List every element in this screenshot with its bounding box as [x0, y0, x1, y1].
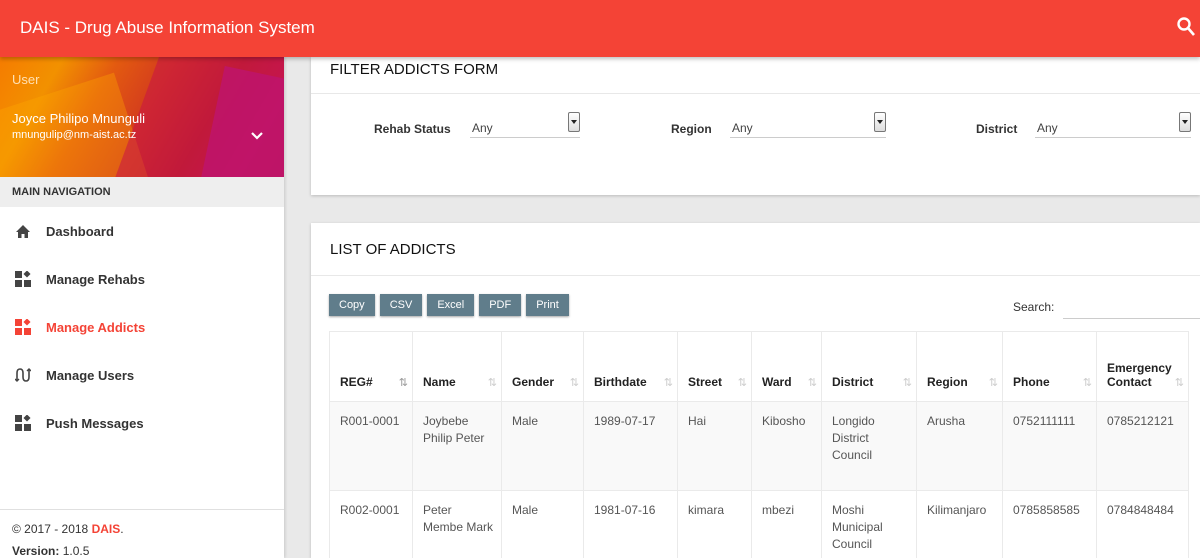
user-role: User — [12, 72, 40, 87]
chevron-down-icon[interactable] — [250, 129, 264, 143]
column-header[interactable]: Region ⇅ — [916, 331, 1003, 402]
version: Version: 1.0.5 — [12, 544, 90, 558]
csv-button[interactable]: CSV — [379, 294, 423, 316]
table-row[interactable]: R002-0001 Peter Membe Mark Male 1981-07-… — [329, 490, 1189, 558]
nav-item-label: Manage Rehabs — [46, 271, 145, 287]
table-cell: kimara — [677, 490, 752, 558]
brand-link[interactable]: DAIS — [92, 522, 121, 536]
table-cell: R001-0001 — [329, 401, 413, 491]
search-label: Search: — [1013, 300, 1055, 314]
nav-item-label: Manage Addicts — [46, 319, 146, 335]
dashboard-grid-icon — [14, 270, 32, 288]
sidebar-footer: © 2017 - 2018 DAIS. Version: 1.0.5 — [0, 509, 284, 558]
pdf-button[interactable]: PDF — [479, 294, 522, 316]
column-header[interactable]: Phone ⇅ — [1002, 331, 1097, 402]
app-title[interactable]: DAIS - Drug Abuse Information System — [20, 18, 315, 38]
column-header[interactable]: Ward ⇅ — [751, 331, 822, 402]
nav-item-push-messages[interactable]: Push Messages — [0, 399, 284, 447]
top-app-bar: DAIS - Drug Abuse Information System — [0, 0, 1200, 57]
nav-item-label: Push Messages — [46, 415, 144, 431]
nav-header: MAIN NAVIGATION — [0, 177, 284, 207]
sort-icon: ⇅ — [569, 377, 579, 389]
addicts-list-card: LIST OF ADDICTS Copy CSV Excel PDF Print… — [311, 223, 1200, 558]
nav-item-manage-rehabs[interactable]: Manage Rehabs — [0, 255, 284, 303]
table-cell: 0784848484 — [1096, 490, 1189, 558]
table-cell: Arusha — [916, 401, 1003, 491]
table-row[interactable]: R001-0001 Joybebe Philip Peter Male 1989… — [329, 401, 1189, 491]
export-buttons: Copy CSV Excel PDF Print — [329, 294, 569, 316]
table-cell: Kibosho — [751, 401, 822, 491]
table-cell: 0785212121 — [1096, 401, 1189, 491]
region-select[interactable]: Any — [730, 112, 886, 138]
sort-icon: ⇅ — [902, 377, 912, 389]
column-header[interactable]: REG# ⇅ — [329, 331, 413, 402]
nav-item-manage-addicts[interactable]: Manage Addicts — [0, 303, 284, 351]
copy-button[interactable]: Copy — [329, 294, 375, 316]
addicts-table: REG# ⇅ Name ⇅ Gender ⇅ Birthdate ⇅ Street ⇅ W… — [329, 331, 1189, 558]
table-cell: 1981-07-16 — [583, 490, 678, 558]
nav-item-dashboard[interactable]: Dashboard — [0, 207, 284, 255]
dashboard-grid-icon — [14, 414, 32, 432]
district-select[interactable]: Any — [1035, 112, 1191, 138]
sort-icon: ⇅ — [487, 377, 497, 389]
sort-asc-icon: ⇅ — [398, 377, 408, 389]
column-header[interactable]: Street ⇅ — [677, 331, 752, 402]
user-name: Joyce Philipo Mnunguli — [12, 111, 145, 126]
user-panel: User Joyce Philipo Mnunguli mnungulip@nm… — [0, 57, 284, 177]
nav-item-label: Dashboard — [46, 223, 114, 239]
users-icon — [14, 366, 32, 384]
filter-title: FILTER ADDICTS FORM — [311, 57, 1200, 94]
rehab-status-label: Rehab Status — [374, 122, 451, 136]
chevron-down-icon — [568, 112, 580, 132]
search-input[interactable] — [1063, 295, 1200, 319]
table-cell: 1989-07-17 — [583, 401, 678, 491]
nav-item-label: Manage Users — [46, 367, 135, 383]
table-cell: Kilimanjaro — [916, 490, 1003, 558]
list-title: LIST OF ADDICTS — [311, 223, 1200, 276]
nav-item-manage-users[interactable]: Manage Users — [0, 351, 284, 399]
print-button[interactable]: Print — [526, 294, 569, 316]
table-cell: Male — [501, 490, 584, 558]
sort-icon: ⇅ — [807, 377, 817, 389]
sort-icon: ⇅ — [1174, 377, 1184, 389]
table-cell: Hai — [677, 401, 752, 491]
filter-row: Rehab Status Any Region Any District Any — [311, 94, 1200, 154]
column-header[interactable]: Birthdate ⇅ — [583, 331, 678, 402]
table-cell: mbezi — [751, 490, 822, 558]
chevron-down-icon — [1179, 112, 1191, 132]
table-cell: Moshi Municipal Council — [821, 490, 917, 558]
region-label: Region — [671, 122, 712, 136]
column-header[interactable]: Gender ⇅ — [501, 331, 584, 402]
home-icon — [14, 222, 32, 240]
chevron-down-icon — [874, 112, 886, 132]
sort-icon: ⇅ — [663, 377, 673, 389]
sort-icon: ⇅ — [737, 377, 747, 389]
sidebar: User Joyce Philipo Mnunguli mnungulip@nm… — [0, 57, 284, 558]
table-cell: 0752111111 — [1002, 401, 1097, 491]
column-header[interactable]: Name ⇅ — [412, 331, 502, 402]
district-label: District — [976, 122, 1018, 136]
user-email: mnungulip@nm-aist.ac.tz — [12, 129, 137, 141]
table-cell: Joybebe Philip Peter — [412, 401, 502, 491]
copyright: © 2017 - 2018 DAIS. — [12, 522, 124, 536]
sort-icon: ⇅ — [988, 377, 998, 389]
table-cell: 0785858585 — [1002, 490, 1097, 558]
sort-icon: ⇅ — [1082, 377, 1092, 389]
dashboard-grid-icon — [14, 318, 32, 336]
table-cell: Male — [501, 401, 584, 491]
rehab-status-select[interactable]: Any — [470, 112, 580, 138]
table-cell: Longido District Council — [821, 401, 917, 491]
table-header-row: REG# ⇅ Name ⇅ Gender ⇅ Birthdate ⇅ Street ⇅ W… — [329, 331, 1189, 402]
excel-button[interactable]: Excel — [427, 294, 475, 316]
column-header[interactable]: District ⇅ — [821, 331, 917, 402]
column-header[interactable]: Emergency Contact ⇅ — [1096, 331, 1189, 402]
search-icon[interactable] — [1176, 16, 1196, 38]
filter-card: FILTER ADDICTS FORM Rehab Status Any Reg… — [311, 57, 1200, 195]
table-cell: Peter Membe Mark — [412, 490, 502, 558]
table-cell: R002-0001 — [329, 490, 413, 558]
